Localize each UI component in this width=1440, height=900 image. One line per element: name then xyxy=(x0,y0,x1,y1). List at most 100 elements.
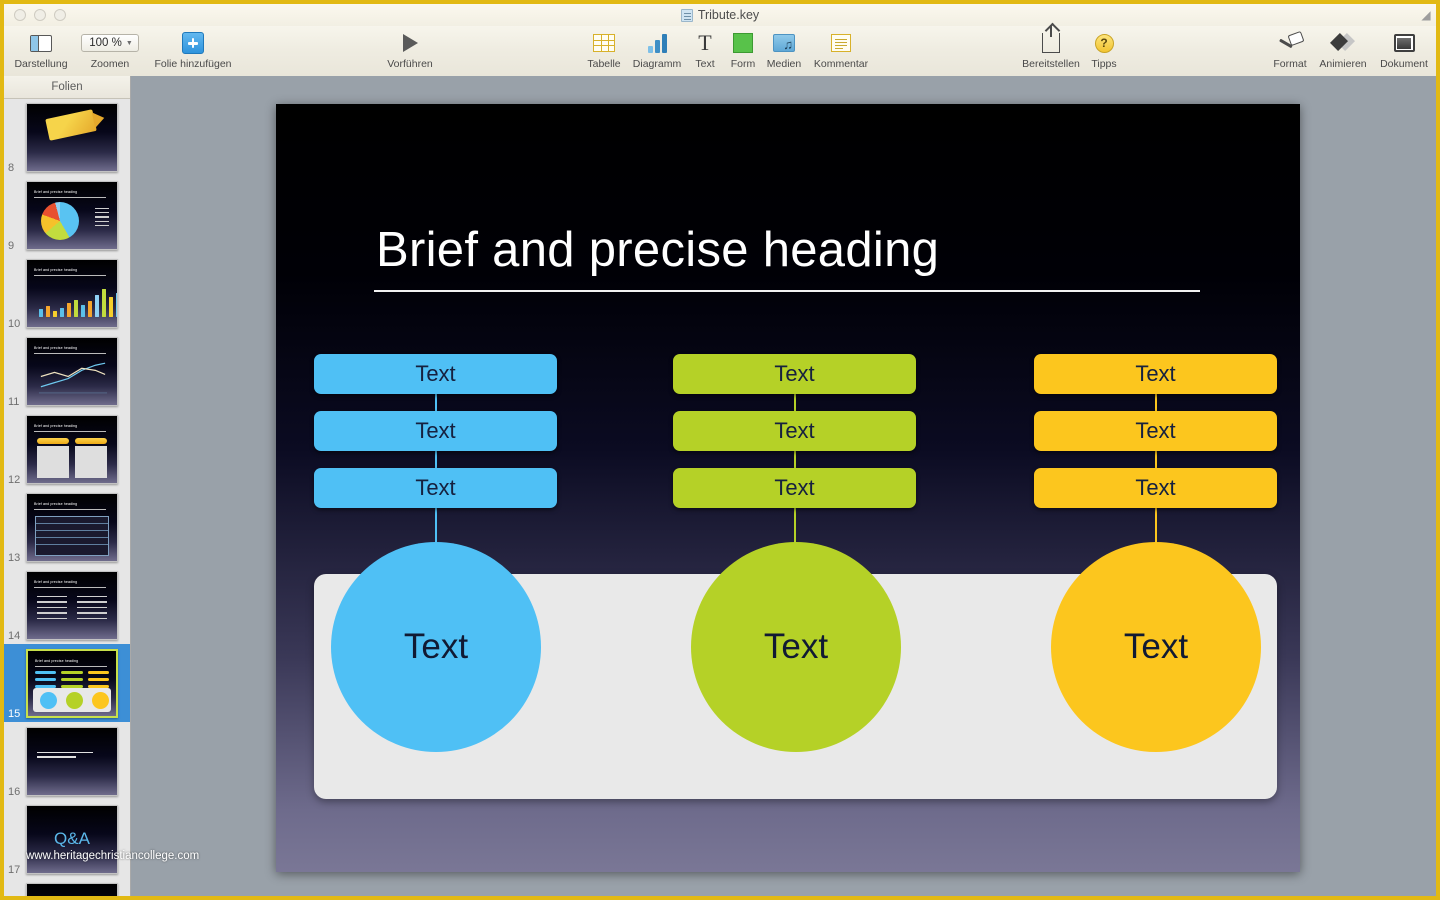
diagram-circle[interactable]: Text xyxy=(1051,542,1261,752)
thumbnail-title-rule xyxy=(34,508,106,510)
document-title-icon xyxy=(680,8,693,22)
slide-navigator[interactable]: Folien 8 9 Brief and precise heading 10 Brie… xyxy=(4,76,131,896)
thumbnail-quote xyxy=(37,751,107,762)
slide-thumbnail-item[interactable]: 10 Brief and precise heading xyxy=(4,254,130,332)
resize-grip-icon[interactable]: ◢ xyxy=(1419,8,1433,22)
slide-thumbnail[interactable] xyxy=(26,102,118,172)
diagram-pill[interactable]: Text xyxy=(673,411,916,451)
slide-thumbnail[interactable] xyxy=(26,726,118,796)
diagram-pill[interactable]: Text xyxy=(673,354,916,394)
window-title-group: Tribute.key xyxy=(4,4,1436,26)
thumbnail-title: Brief and precise heading xyxy=(34,267,78,272)
slide-thumbnail-item[interactable]: 9 Brief and precise heading xyxy=(4,176,130,254)
slide-number: 14 xyxy=(8,630,21,642)
slide-thumbnail-item[interactable]: 12 Brief and precise heading xyxy=(4,410,130,488)
thumbnail-pill-row xyxy=(35,670,109,674)
slide-thumbnail-item[interactable]: 11 Brief and precise heading xyxy=(4,332,130,410)
table-icon xyxy=(593,30,615,56)
slide-number: 13 xyxy=(8,552,21,564)
toolbar-label: Format xyxy=(1273,58,1307,70)
thumbnail-title-rule xyxy=(34,274,106,276)
watermark-text: www.heritagechristiancollege.com xyxy=(26,850,200,862)
thumbnail-title-rule xyxy=(34,586,106,588)
diagram-pill[interactable]: Text xyxy=(314,468,557,508)
diagram-pill[interactable]: Text xyxy=(314,411,557,451)
slide-number: 15 xyxy=(8,708,21,720)
slide-thumbnail-item[interactable]: 16 xyxy=(4,722,130,800)
slide-thumbnail-item[interactable]: 18Thankyou. xyxy=(4,878,130,896)
diagram-column: Text Text Text xyxy=(673,354,916,706)
thumbnail-title-rule xyxy=(34,196,106,198)
toolbar-label: Dokument xyxy=(1380,58,1428,70)
slide-thumbnail-item[interactable]: 15 Brief and precise heading xyxy=(4,644,130,722)
toolbar-label: Animieren xyxy=(1319,58,1367,70)
slide-thumbnail[interactable]: Brief and precise heading xyxy=(26,336,118,406)
thumbnail-title: Brief and precise heading xyxy=(34,579,78,584)
slide-number: 10 xyxy=(8,318,21,330)
slide-thumbnail[interactable]: Brief and precise heading xyxy=(26,570,118,640)
toolbar-button-kommentar[interactable]: Kommentar xyxy=(803,30,879,70)
slide-thumbnail-item[interactable]: 8 xyxy=(4,98,130,176)
thumbnail-title: Brief and precise heading xyxy=(34,345,78,350)
thumbnail-title-rule xyxy=(34,430,106,432)
thumbnail-circle xyxy=(92,691,109,709)
toolbar-button-folie-hinzufuegen[interactable]: Folie hinzufügen xyxy=(133,30,253,70)
toolbar-button-tipps[interactable]: ? Tipps xyxy=(1066,30,1142,70)
play-icon xyxy=(402,30,418,56)
thumbnail-title: Brief and precise heading xyxy=(34,423,78,428)
diagram-pill[interactable]: Text xyxy=(1034,354,1277,394)
current-slide[interactable]: Brief and precise heading Text Text Text Te… xyxy=(276,104,1300,872)
slide-number: 16 xyxy=(8,786,21,798)
window-title: Tribute.key xyxy=(697,8,760,22)
slide-thumbnail[interactable]: Brief and precise heading xyxy=(26,648,118,718)
thumbnail-background xyxy=(27,883,117,896)
toolbar-label: Folie hinzufügen xyxy=(154,58,232,70)
toolbar-button-darstellung[interactable]: Darstellung xyxy=(4,30,79,70)
slide-thumbnail[interactable]: Brief and precise heading xyxy=(26,414,118,484)
diagram-pill[interactable]: Text xyxy=(1034,468,1277,508)
toolbar-label: Tipps xyxy=(1091,58,1117,70)
slide-thumbnail-item[interactable]: 14 Brief and precise heading xyxy=(4,566,130,644)
diagram-circle[interactable]: Text xyxy=(331,542,541,752)
view-panes-icon xyxy=(30,30,52,56)
thumbnail-legend xyxy=(95,207,109,230)
thumbnail-title-rule xyxy=(35,665,107,667)
thumbnail-bar-chart xyxy=(39,281,117,317)
thumbnail-circle xyxy=(66,691,83,709)
toolbar-label: Vorführen xyxy=(387,58,433,70)
slide-number: 12 xyxy=(8,474,21,486)
thumbnail-two-column xyxy=(37,437,107,478)
heading-underline xyxy=(374,290,1200,292)
share-upload-icon xyxy=(1042,25,1060,56)
toolbar-button-dokument[interactable]: Dokument xyxy=(1366,30,1436,70)
slide-thumbnail[interactable]: Brief and precise heading xyxy=(26,180,118,250)
toolbar-label: Tabelle xyxy=(587,58,621,70)
chevron-down-icon: ▼ xyxy=(125,39,133,47)
thumbnail-title-rule xyxy=(34,352,106,354)
thumbnail-line-chart xyxy=(37,356,109,397)
slide-thumbnail-item[interactable]: 13 Brief and precise heading xyxy=(4,488,130,566)
slide-thumbnail[interactable]: Q&A xyxy=(26,804,118,874)
thumbnail-table-grid xyxy=(35,515,109,556)
slide-thumbnail-item[interactable]: 17 Q&A xyxy=(4,800,130,878)
diagram-column: Text Text Text xyxy=(314,354,557,706)
slide-heading[interactable]: Brief and precise heading xyxy=(376,222,939,278)
toolbar-button-vorfuehren[interactable]: Vorführen xyxy=(372,30,448,70)
thumbnail-title: Brief and precise heading xyxy=(35,658,79,663)
format-brush-icon xyxy=(1278,30,1302,56)
zoom-popup-icon[interactable]: 100 % ▼ xyxy=(81,30,139,56)
slide-thumbnail-list[interactable]: 8 9 Brief and precise heading 10 Brief and p… xyxy=(4,98,130,896)
thumbnail-pill-row xyxy=(35,677,109,681)
slide-thumbnail[interactable]: Brief and precise heading xyxy=(26,258,118,328)
diagram-pill[interactable]: Text xyxy=(673,468,916,508)
thumbnail-bullets xyxy=(37,595,107,624)
slide-canvas[interactable]: Brief and precise heading Text Text Text Te… xyxy=(131,76,1436,896)
toolbar-label: Darstellung xyxy=(14,58,68,70)
diagram-pill[interactable]: Text xyxy=(314,354,557,394)
thumbnail-title: Brief and precise heading xyxy=(34,189,78,194)
chart-icon xyxy=(647,30,667,56)
diagram-circle[interactable]: Text xyxy=(691,542,901,752)
slide-thumbnail[interactable]: Brief and precise heading xyxy=(26,492,118,562)
slide-thumbnail[interactable]: Thankyou. xyxy=(26,882,118,896)
diagram-pill[interactable]: Text xyxy=(1034,411,1277,451)
